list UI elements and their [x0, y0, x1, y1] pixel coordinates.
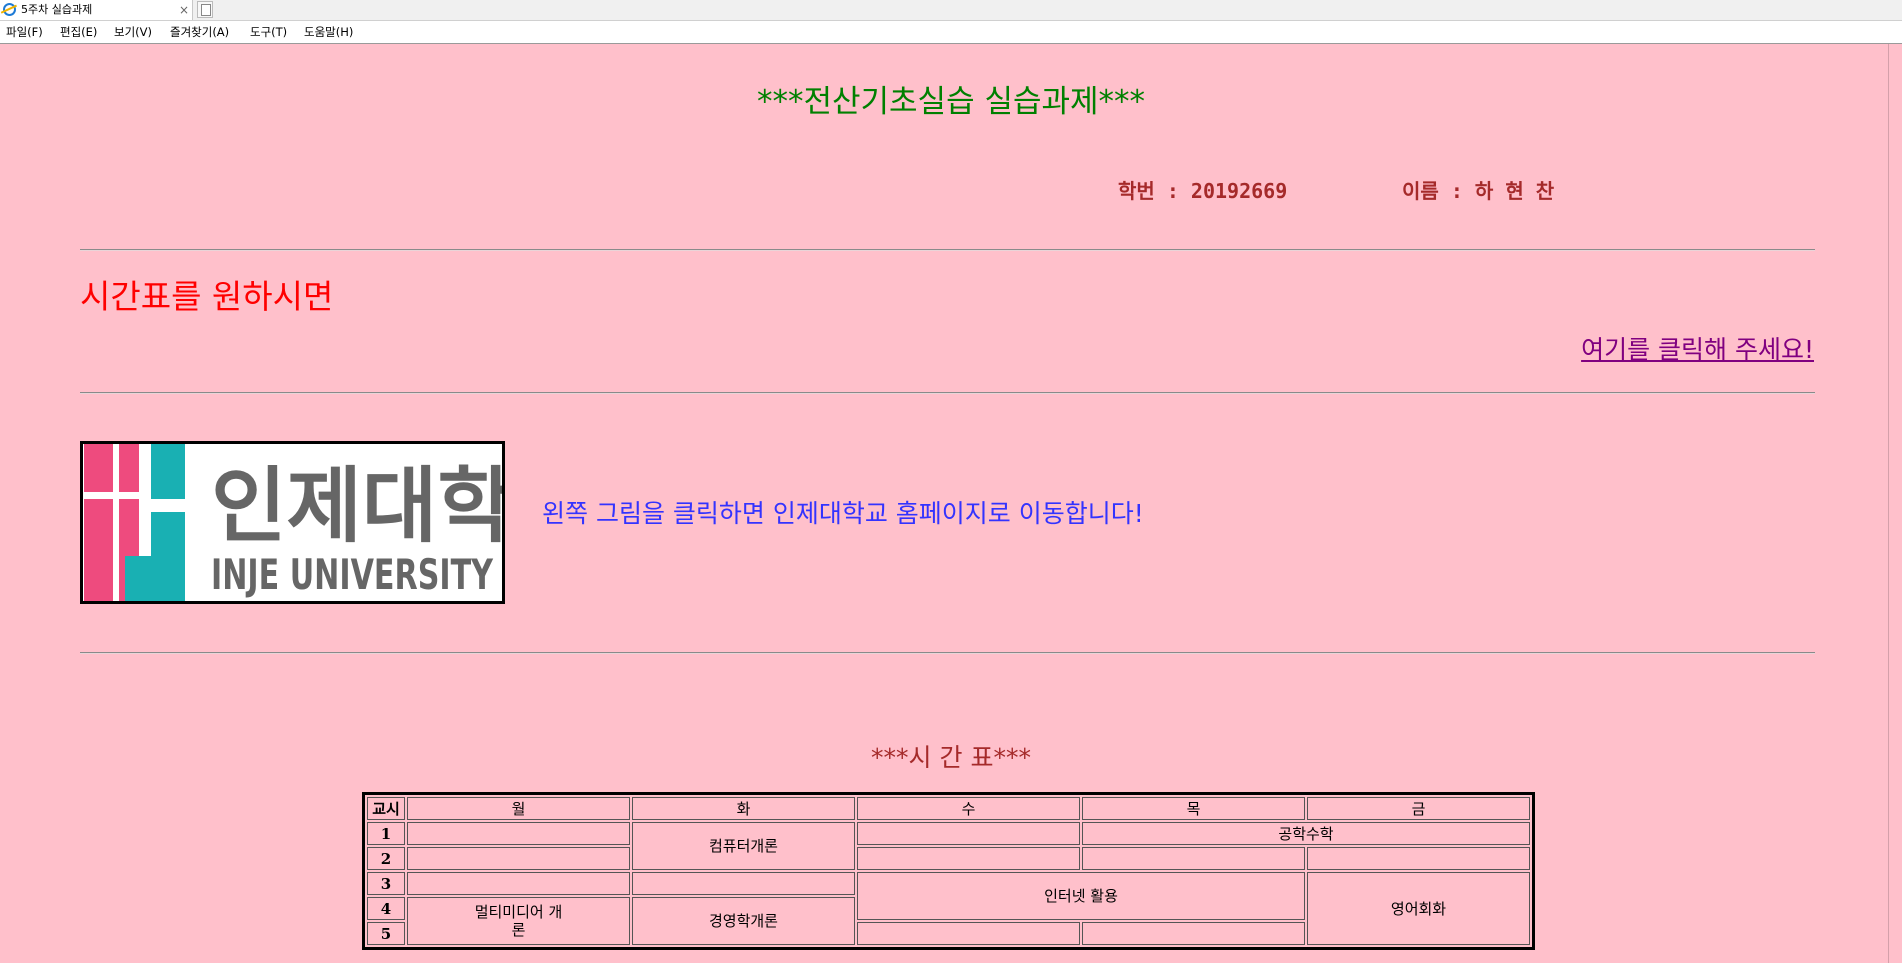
menu-favorites[interactable]: 즐겨찾기(A) — [170, 21, 229, 43]
inje-logo-link[interactable]: 인제대학교 INJE UNIVERSITY — [80, 441, 505, 604]
timetable-title: ***시 간 표*** — [871, 743, 1031, 772]
divider — [80, 652, 1815, 654]
table-cell — [407, 822, 630, 845]
menu-view[interactable]: 보기(V) — [114, 21, 152, 43]
table-cell — [857, 822, 1080, 845]
period-number: 2 — [367, 847, 405, 870]
student-name: 이름 : 하 현 찬 — [1402, 179, 1555, 203]
ie-icon — [3, 3, 16, 16]
tab-bar: 5주차 실습과제 × — [0, 0, 1902, 21]
header-mon: 월 — [407, 797, 630, 820]
browser-tab[interactable]: 5주차 실습과제 × — [0, 0, 193, 20]
class-internet-use: 인터넷 활용 — [857, 872, 1305, 920]
menu-help[interactable]: 도움말(H) — [304, 21, 353, 43]
header-fri: 금 — [1307, 797, 1530, 820]
class-english-conversation: 영어회화 — [1307, 872, 1530, 945]
logo-korean-text: 인제대학교 — [211, 459, 502, 554]
inje-logo-image: 인제대학교 INJE UNIVERSITY — [83, 444, 502, 601]
menu-file[interactable]: 파일(F) — [6, 21, 43, 43]
header-wed: 수 — [857, 797, 1080, 820]
timetable-link[interactable]: 여기를 클릭해 주세요! — [1581, 330, 1814, 366]
table-row: 3 인터넷 활용 영어회화 — [367, 872, 1530, 945]
scrollbar[interactable] — [1888, 44, 1902, 963]
tab-title: 5주차 실습과제 — [21, 3, 93, 16]
table-cell — [1082, 922, 1305, 945]
header-tue: 화 — [632, 797, 855, 820]
menu-bar: 파일(F) 편집(E) 보기(V) 즐겨찾기(A) 도구(T) 도움말(H) — [0, 21, 1902, 44]
class-business-intro: 경영학개론 — [632, 897, 855, 945]
new-tab-icon[interactable] — [197, 1, 213, 18]
table-cell — [1307, 847, 1530, 870]
table-cell — [857, 847, 1080, 870]
class-multimedia-intro: 멀티미디어 개론 — [407, 897, 630, 945]
menu-tools[interactable]: 도구(T) — [250, 21, 287, 43]
menu-edit[interactable]: 편집(E) — [60, 21, 97, 43]
page-title: ***전산기초실습 실습과제*** — [756, 84, 1146, 120]
table-cell — [632, 872, 855, 895]
close-tab-icon[interactable]: × — [179, 0, 189, 20]
period-number: 3 — [367, 872, 405, 895]
table-cell — [857, 922, 1080, 945]
timetable: 교시 월 화 수 목 금 1 컴퓨터개론 공학수학 2 3 인터넷 활용 영어회… — [362, 792, 1535, 950]
period-number: 1 — [367, 822, 405, 845]
table-row: 1 컴퓨터개론 공학수학 — [367, 822, 1530, 870]
timetable-prompt: 시간표를 원하시면 — [80, 277, 334, 316]
logo-caption: 왼쪽 그림을 클릭하면 인제대학교 홈페이지로 이동합니다! — [542, 499, 1144, 528]
table-row: 2 — [367, 847, 1530, 870]
class-computer-intro: 컴퓨터개론 — [632, 822, 855, 870]
table-cell — [407, 872, 630, 895]
student-id: 학번 : 20192669 — [1118, 179, 1288, 203]
period-number: 5 — [367, 922, 405, 945]
header-thu: 목 — [1082, 797, 1305, 820]
header-period: 교시 — [367, 797, 405, 820]
class-engineering-math: 공학수학 — [1082, 822, 1530, 845]
divider — [80, 249, 1815, 251]
logo-english-text: INJE UNIVERSITY — [211, 550, 493, 599]
divider — [80, 392, 1815, 394]
table-cell — [407, 847, 630, 870]
period-number: 4 — [367, 897, 405, 920]
table-cell — [1082, 847, 1305, 870]
table-header-row: 교시 월 화 수 목 금 — [367, 797, 1530, 820]
